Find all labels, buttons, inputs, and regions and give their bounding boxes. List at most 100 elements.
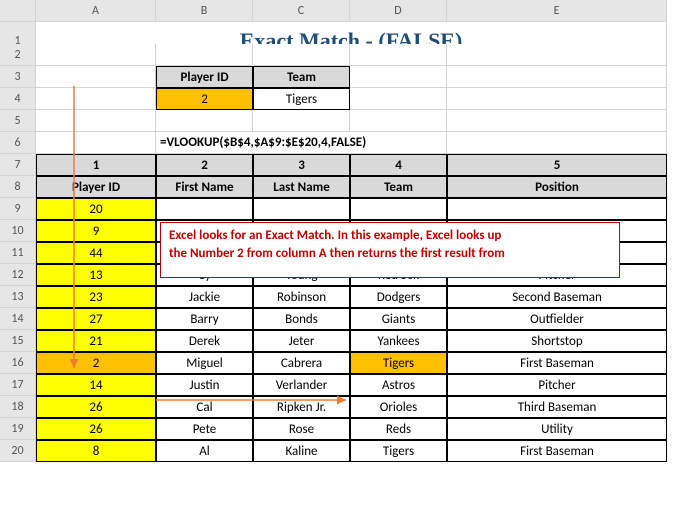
cell[interactable]: Utility (447, 418, 667, 440)
cell-e5[interactable] (447, 110, 667, 132)
cell[interactable]: Cal (156, 396, 253, 418)
cell-id[interactable]: 9 (36, 220, 156, 242)
col-index-4[interactable]: 4 (350, 154, 447, 176)
cell[interactable]: Shortstop (447, 330, 667, 352)
cell[interactable]: Giants (350, 308, 447, 330)
cell-b2[interactable] (156, 44, 253, 66)
cell-a3[interactable] (36, 66, 156, 88)
row-header-8[interactable]: 8 (0, 176, 36, 198)
row-header-11[interactable]: 11 (0, 242, 36, 264)
cell[interactable]: Jackie (156, 286, 253, 308)
cell[interactable]: Yankees (350, 330, 447, 352)
row-header-4[interactable]: 4 (0, 88, 36, 110)
cell[interactable]: Pitcher (447, 374, 667, 396)
cell[interactable]: Dodgers (350, 286, 447, 308)
cell-id[interactable]: 44 (36, 242, 156, 264)
row-header-17[interactable]: 17 (0, 374, 36, 396)
lookup-result-cell[interactable]: Tigers (253, 88, 350, 110)
cell[interactable] (253, 198, 350, 220)
cell[interactable]: Rose (253, 418, 350, 440)
match-id-cell[interactable]: 2 (36, 352, 156, 374)
row-header-12[interactable]: 12 (0, 264, 36, 286)
th-first-name[interactable]: First Name (156, 176, 253, 198)
row-header-7[interactable]: 7 (0, 154, 36, 176)
th-player-id[interactable]: Player ID (36, 176, 156, 198)
cell[interactable]: Third Baseman (447, 396, 667, 418)
cell[interactable]: Orioles (350, 396, 447, 418)
cell-id[interactable]: 26 (36, 396, 156, 418)
th-last-name[interactable]: Last Name (253, 176, 350, 198)
cell-d2[interactable] (350, 44, 447, 66)
cell-a2[interactable] (36, 44, 156, 66)
cell[interactable]: Reds (350, 418, 447, 440)
cell[interactable]: Kaline (253, 440, 350, 462)
col-header-a[interactable]: A (36, 0, 156, 22)
cell-id[interactable]: 13 (36, 264, 156, 286)
cell-a5[interactable] (36, 110, 156, 132)
cell[interactable] (156, 198, 253, 220)
cell[interactable]: Verlander (253, 374, 350, 396)
col-header-e[interactable]: E (447, 0, 667, 22)
cell-e6[interactable] (447, 132, 667, 154)
cell-a4[interactable] (36, 88, 156, 110)
row-header-3[interactable]: 3 (0, 66, 36, 88)
cell-a6[interactable] (36, 132, 156, 154)
col-header-c[interactable]: C (253, 0, 350, 22)
cell[interactable]: Tigers (350, 440, 447, 462)
cell[interactable]: Miguel (156, 352, 253, 374)
cell-id[interactable]: 21 (36, 330, 156, 352)
col-header-b[interactable]: B (156, 0, 253, 22)
cell-id[interactable]: 27 (36, 308, 156, 330)
cell-e3[interactable] (447, 66, 667, 88)
cell-id[interactable]: 14 (36, 374, 156, 396)
cell[interactable]: Cabrera (253, 352, 350, 374)
cell-id[interactable]: 26 (36, 418, 156, 440)
col-index-3[interactable]: 3 (253, 154, 350, 176)
cell-b5[interactable] (156, 110, 253, 132)
cell[interactable]: Al (156, 440, 253, 462)
lookup-value-cell[interactable]: 2 (156, 88, 253, 110)
formula-cell[interactable]: =VLOOKUP($B$4,$A$9:$E$20,4,FALSE) (156, 132, 447, 154)
row-header-16[interactable]: 16 (0, 352, 36, 374)
col-index-5[interactable]: 5 (447, 154, 667, 176)
row-header-14[interactable]: 14 (0, 308, 36, 330)
cell-d3[interactable] (350, 66, 447, 88)
match-team-cell[interactable]: Tigers (350, 352, 447, 374)
row-header-15[interactable]: 15 (0, 330, 36, 352)
cell[interactable]: Ripken Jr. (253, 396, 350, 418)
cell[interactable]: Justin (156, 374, 253, 396)
cell-d4[interactable] (350, 88, 447, 110)
cell-c2[interactable] (253, 44, 350, 66)
cell[interactable]: Second Baseman (447, 286, 667, 308)
corner-cell[interactable] (0, 0, 36, 22)
cell-id[interactable]: 23 (36, 286, 156, 308)
th-team[interactable]: Team (350, 176, 447, 198)
lookup-header-team[interactable]: Team (253, 66, 350, 88)
cell-d5[interactable] (350, 110, 447, 132)
cell[interactable]: Jeter (253, 330, 350, 352)
cell[interactable]: Pete (156, 418, 253, 440)
cell[interactable]: Astros (350, 374, 447, 396)
row-header-10[interactable]: 10 (0, 220, 36, 242)
cell[interactable]: Robinson (253, 286, 350, 308)
col-index-2[interactable]: 2 (156, 154, 253, 176)
row-header-13[interactable]: 13 (0, 286, 36, 308)
cell[interactable]: Bonds (253, 308, 350, 330)
cell-c5[interactable] (253, 110, 350, 132)
cell-id[interactable]: 8 (36, 440, 156, 462)
cell[interactable]: Barry (156, 308, 253, 330)
cell[interactable]: First Baseman (447, 352, 667, 374)
cell-e2[interactable] (447, 44, 667, 66)
row-header-2[interactable]: 2 (0, 44, 36, 66)
cell[interactable]: First Baseman (447, 440, 667, 462)
col-index-1[interactable]: 1 (36, 154, 156, 176)
row-header-18[interactable]: 18 (0, 396, 36, 418)
lookup-header-id[interactable]: Player ID (156, 66, 253, 88)
row-header-9[interactable]: 9 (0, 198, 36, 220)
th-position[interactable]: Position (447, 176, 667, 198)
cell[interactable]: Outfielder (447, 308, 667, 330)
cell[interactable] (350, 198, 447, 220)
col-header-d[interactable]: D (350, 0, 447, 22)
cell[interactable] (447, 198, 667, 220)
cell-id[interactable]: 20 (36, 198, 156, 220)
